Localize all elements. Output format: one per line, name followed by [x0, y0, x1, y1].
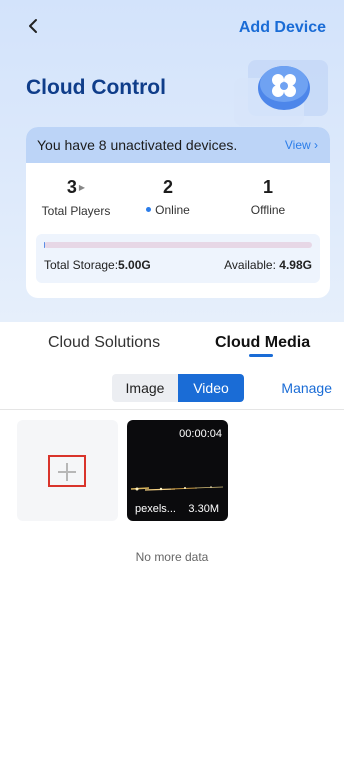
- online-count: 2: [162, 177, 173, 197]
- online-label: Online: [155, 203, 190, 217]
- no-more-data-text: No more data: [135, 550, 209, 564]
- storage-progress-bar: [44, 242, 312, 248]
- available-label: Available:: [224, 258, 276, 272]
- total-players-label: Total Players: [41, 204, 111, 218]
- total-players-count: 3: [66, 177, 77, 197]
- add-device-button[interactable]: Add Device: [239, 19, 326, 37]
- offline-count: 1: [262, 177, 273, 197]
- stat-offline: 1 Offline: [218, 177, 318, 217]
- video-size: 3.30M: [188, 503, 219, 515]
- available-storage: Available: 4.98G: [224, 258, 312, 272]
- manage-button[interactable]: Manage: [281, 380, 332, 396]
- video-thumbnail[interactable]: 00:00:04 pexels... 3.30M: [127, 420, 228, 521]
- unactivated-text: You have 8 unactivated devices.: [37, 137, 238, 153]
- available-value: 4.98G: [279, 258, 312, 272]
- add-media-button[interactable]: [48, 455, 86, 487]
- caret-right-icon: ▶: [78, 183, 86, 192]
- total-storage: Total Storage:5.00G: [44, 258, 151, 272]
- media-type-toggle: Image Video: [112, 374, 244, 402]
- active-tab-indicator: [249, 354, 273, 357]
- back-chevron-icon[interactable]: [24, 16, 44, 36]
- tab-cloud-media[interactable]: Cloud Media: [215, 334, 310, 352]
- media-tabs: Cloud Solutions Cloud Media: [0, 334, 344, 364]
- stat-total-players[interactable]: 3 ▶ Total Players: [26, 177, 126, 218]
- video-name: pexels...: [135, 503, 176, 515]
- cloud-summary-card: You have 8 unactivated devices. View › 3…: [26, 127, 330, 298]
- page-title: Cloud Control: [26, 76, 166, 99]
- chevron-right-icon: ›: [310, 138, 318, 152]
- view-unactivated-link[interactable]: View ›: [285, 138, 318, 152]
- divider: [0, 409, 344, 410]
- image-filter-button[interactable]: Image: [112, 374, 178, 402]
- add-media-tile[interactable]: [17, 420, 118, 521]
- storage-panel: Total Storage:5.00G Available: 4.98G: [36, 234, 320, 283]
- stat-online: 2 Online: [118, 177, 218, 217]
- video-duration: 00:00:04: [179, 428, 222, 440]
- storage-progress-fill: [44, 242, 46, 248]
- tab-cloud-solutions[interactable]: Cloud Solutions: [48, 334, 160, 352]
- offline-label: Offline: [250, 203, 286, 217]
- cloud-illustration-icon: [234, 60, 328, 126]
- player-stats: 3 ▶ Total Players 2 Online 1 Offline: [26, 163, 330, 223]
- unactivated-banner: You have 8 unactivated devices. View ›: [26, 127, 330, 163]
- view-link-label[interactable]: View: [285, 138, 311, 152]
- total-storage-value: 5.00G: [118, 258, 151, 272]
- video-filter-button[interactable]: Video: [178, 374, 244, 402]
- plus-icon-vertical: [66, 463, 68, 481]
- total-storage-label: Total Storage:: [44, 258, 119, 272]
- night-scene-image: [127, 486, 228, 500]
- online-dot-icon: [146, 207, 152, 212]
